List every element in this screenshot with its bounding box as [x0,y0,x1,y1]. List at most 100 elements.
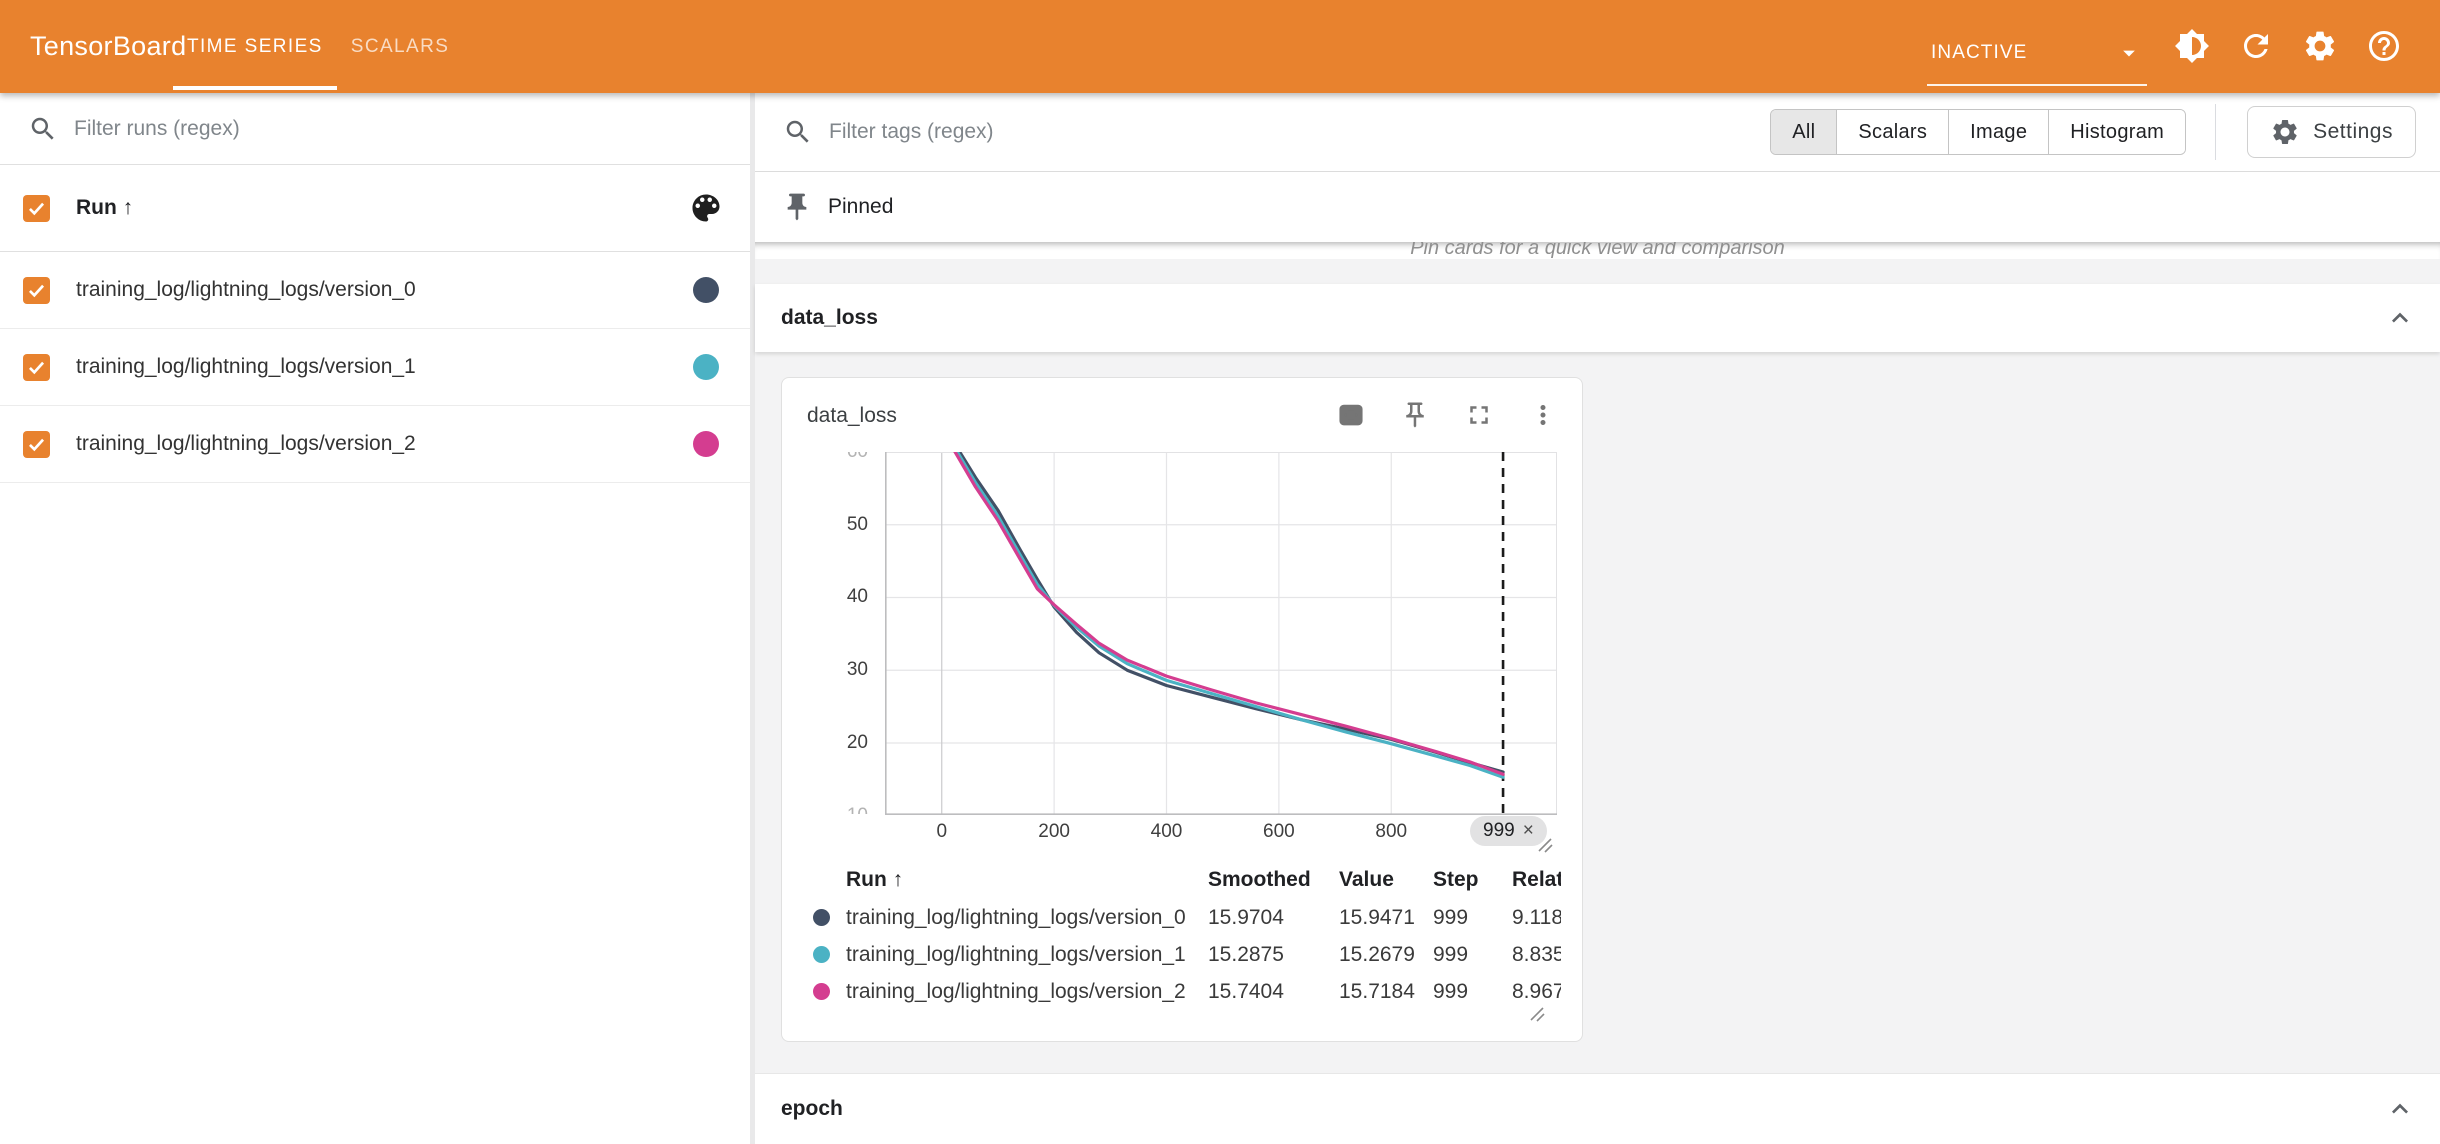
help-button[interactable] [2366,28,2402,64]
col-run[interactable]: Run ↑ [846,868,1208,892]
fullscreen-icon [1464,400,1494,430]
run-label: training_log/lightning_logs/version_1 [76,355,693,379]
line-chart[interactable] [885,452,1557,815]
x-axis-labels: 0200400600800 [885,821,1557,849]
col-step[interactable]: Step [1433,868,1512,892]
x-tick-label: 200 [1038,821,1070,843]
chart-plot-area[interactable] [885,452,1557,815]
run-color-dot[interactable] [693,277,719,303]
cell-value: 15.7184 [1339,980,1433,1004]
cards-area: data_loss [755,352,2440,1073]
cell-smoothed: 15.2875 [1208,943,1339,967]
x-tick-label: 800 [1375,821,1407,843]
pinned-hint-band: Pin cards for a quick view and compariso… [755,242,2440,259]
filter-tags-row: All Scalars Image Histogram Settings [755,93,2440,172]
main-panel: All Scalars Image Histogram Settings Pin… [755,93,2440,1144]
run-row-version-0: training_log/lightning_logs/version_0 [0,252,750,329]
settings-button[interactable]: Settings [2247,106,2416,158]
close-icon[interactable]: × [1523,820,1534,842]
more-vert-icon [1528,400,1558,430]
app-header: TensorBoard TIME SERIES SCALARS INACTIVE [0,0,2440,93]
cell-smoothed: 15.7404 [1208,980,1339,1004]
cell-relative: 8.967 [1512,980,1561,1004]
scalar-card-data-loss: data_loss [781,377,1583,1042]
card-toolbar [1336,400,1558,430]
filter-all-button[interactable]: All [1771,110,1836,154]
chevron-up-icon [2384,302,2416,334]
cell-run: training_log/lightning_logs/version_2 [846,980,1208,1004]
pinned-hint-text: Pin cards for a quick view and compariso… [1410,242,1785,259]
run-color-dot [813,909,830,926]
cell-step: 999 [1433,943,1512,967]
y-tick-label: 30 [826,657,868,683]
collapse-section-button[interactable] [2384,1093,2416,1125]
run-row-version-1: training_log/lightning_logs/version_1 [0,329,750,406]
table-resize-handle[interactable] [1527,1004,1547,1024]
filter-tags-input[interactable] [829,120,1770,144]
runs-sidebar: Run ↑ training_log/lightning_logs/versio… [0,93,750,1144]
run-label: training_log/lightning_logs/version_2 [76,432,693,456]
series-line[interactable] [953,452,1503,777]
run-checkbox[interactable] [23,277,50,304]
search-icon [783,117,813,147]
settings-gear-button[interactable] [2302,28,2338,64]
section-header-data-loss[interactable]: data_loss [755,284,2440,352]
table-row: training_log/lightning_logs/version_0 15… [807,899,1561,936]
filter-scalars-button[interactable]: Scalars [1836,110,1948,154]
main-tabs: TIME SERIES SCALARS [173,0,463,93]
section-gap [755,259,2440,284]
filter-histogram-button[interactable]: Histogram [2048,110,2185,154]
series-line[interactable] [953,452,1503,774]
cell-relative: 8.835 [1512,943,1561,967]
palette-icon[interactable] [688,190,724,226]
dropdown-caret-icon [2115,39,2143,67]
col-value[interactable]: Value [1339,868,1433,892]
table-row: training_log/lightning_logs/version_1 15… [807,936,1561,973]
step-cursor-tag: 999 × [1470,816,1547,846]
run-checkbox[interactable] [23,354,50,381]
runs-column-header[interactable]: Run ↑ [76,196,688,220]
fit-to-data-icon [1336,400,1366,430]
gear-icon [2302,28,2338,64]
search-icon [28,114,58,144]
tab-time-series[interactable]: TIME SERIES [173,0,337,93]
brightness-icon [2174,28,2210,64]
run-color-dot[interactable] [693,431,719,457]
col-relative[interactable]: Relative [1512,868,1561,892]
fullscreen-button[interactable] [1464,400,1494,430]
section-title: epoch [781,1097,2384,1121]
y-tick-label: 50 [826,512,868,538]
card-title: data_loss [807,404,897,428]
cursor-step-value: 999 [1483,820,1515,842]
run-checkbox[interactable] [23,431,50,458]
pin-card-button[interactable] [1400,400,1430,430]
status-label: INACTIVE [1931,42,2027,64]
brightness-toggle-button[interactable] [2174,28,2210,64]
tag-type-filter-group: All Scalars Image Histogram [1770,109,2186,155]
run-color-dot [813,983,830,1000]
pinned-section-header: Pinned [755,172,2440,242]
filter-runs-input[interactable] [74,117,750,141]
series-line[interactable] [953,452,1503,772]
cell-step: 999 [1433,906,1512,930]
reload-status-dropdown[interactable]: INACTIVE [1927,22,2147,86]
chevron-up-icon [2384,1093,2416,1125]
cell-value: 15.9471 [1339,906,1433,930]
fit-domain-button[interactable] [1336,400,1366,430]
x-tick-label: 600 [1263,821,1295,843]
collapse-section-button[interactable] [2384,302,2416,334]
col-smoothed[interactable]: Smoothed [1208,868,1339,892]
y-tick-label: 10 [826,803,868,814]
check-icon [26,434,47,455]
pin-icon [1400,400,1430,430]
run-color-dot[interactable] [693,354,719,380]
y-tick-label: 20 [826,730,868,756]
filter-runs-row [0,93,750,165]
tab-scalars[interactable]: SCALARS [337,0,464,93]
card-menu-button[interactable] [1528,400,1558,430]
refresh-button[interactable] [2238,28,2274,64]
runs-header-row: Run ↑ [0,165,750,252]
filter-image-button[interactable]: Image [1948,110,2048,154]
section-header-epoch[interactable]: epoch [755,1073,2440,1144]
select-all-runs-checkbox[interactable] [23,195,50,222]
